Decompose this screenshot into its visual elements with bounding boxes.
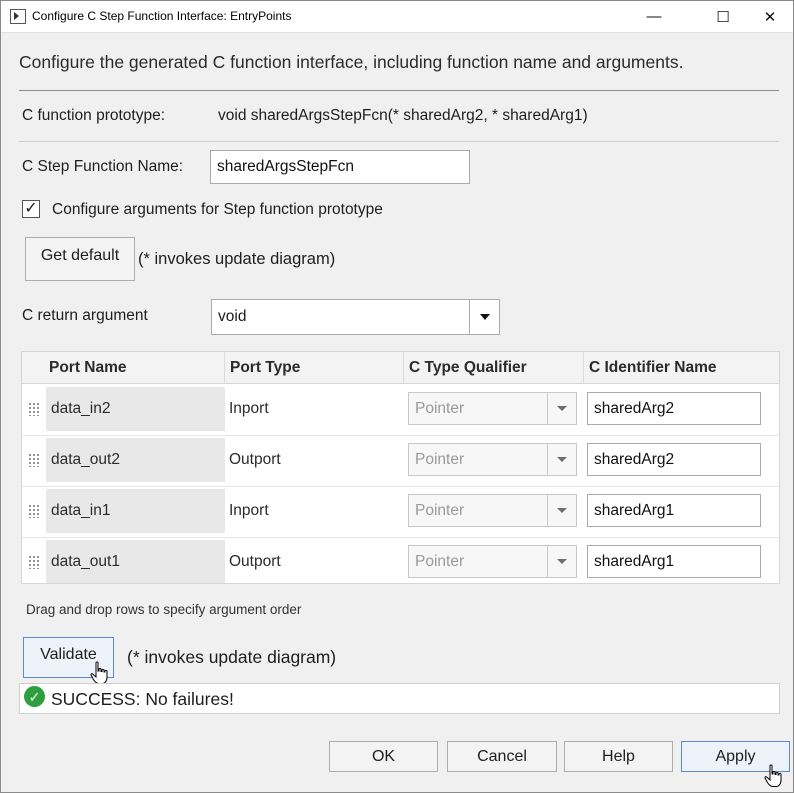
column-type-qualifier[interactable]: C Type Qualifier xyxy=(403,352,583,383)
type-qualifier-select[interactable]: Pointer xyxy=(408,443,577,476)
return-argument-value: void xyxy=(218,308,247,325)
app-icon xyxy=(10,9,26,24)
table-row[interactable]: data_out2 Outport Pointer sharedArg2 xyxy=(22,435,779,487)
table-row[interactable]: data_in1 Inport Pointer sharedArg1 xyxy=(22,486,779,538)
help-button[interactable]: Help xyxy=(564,741,673,772)
type-qualifier-select[interactable]: Pointer xyxy=(408,392,577,425)
step-function-label: C Step Function Name: xyxy=(22,158,184,175)
ok-button[interactable]: OK xyxy=(329,741,438,772)
port-name-cell: data_in1 xyxy=(46,489,225,533)
drag-drop-hint: Drag and drop rows to specify argument o… xyxy=(26,602,302,617)
type-qualifier-value: Pointer xyxy=(415,399,465,417)
identifier-name-input[interactable]: sharedArg1 xyxy=(587,545,761,578)
port-type-cell: Outport xyxy=(229,553,281,570)
maximize-button[interactable]: ☐ xyxy=(700,1,746,32)
header-divider xyxy=(19,90,779,91)
dialog-description: Configure the generated C function inter… xyxy=(19,52,684,72)
validate-note: (* invokes update diagram) xyxy=(127,647,337,667)
configure-args-checkbox[interactable]: ✓ xyxy=(22,200,40,218)
hand-cursor-icon xyxy=(90,661,108,684)
window-title: Configure C Step Function Interface: Ent… xyxy=(32,9,292,23)
title-bar[interactable]: Configure C Step Function Interface: Ent… xyxy=(1,1,793,33)
prototype-label: C function prototype: xyxy=(22,107,166,124)
return-argument-select[interactable]: void xyxy=(211,299,500,335)
type-qualifier-select[interactable]: Pointer xyxy=(408,545,577,578)
configure-args-label: Configure arguments for Step function pr… xyxy=(52,201,383,218)
type-qualifier-value: Pointer xyxy=(415,450,465,468)
drag-handle-icon[interactable] xyxy=(28,555,40,569)
dropdown-arrow-icon[interactable] xyxy=(547,546,576,577)
column-identifier-name[interactable]: C Identifier Name xyxy=(583,352,763,383)
port-type-cell: Inport xyxy=(229,502,269,519)
hand-cursor-icon xyxy=(764,764,782,787)
table-header: Port Name Port Type C Type Qualifier C I… xyxy=(22,352,779,384)
dropdown-arrow-icon[interactable] xyxy=(469,300,499,334)
prototype-value: void sharedArgsStepFcn(* sharedArg2, * s… xyxy=(218,107,588,124)
drag-handle-icon[interactable] xyxy=(28,453,40,467)
type-qualifier-value: Pointer xyxy=(415,552,465,570)
drag-handle-icon[interactable] xyxy=(28,504,40,518)
dialog-content: Configure the generated C function inter… xyxy=(2,33,792,791)
get-default-note: (* invokes update diagram) xyxy=(138,250,336,268)
port-name-cell: data_out2 xyxy=(46,438,225,482)
cancel-button[interactable]: Cancel xyxy=(447,741,557,772)
dialog-window: Configure C Step Function Interface: Ent… xyxy=(0,0,794,793)
identifier-name-input[interactable]: sharedArg1 xyxy=(587,494,761,527)
port-type-cell: Inport xyxy=(229,400,269,417)
column-port-name[interactable]: Port Name xyxy=(44,352,224,383)
validation-status: ✓ SUCCESS: No failures! xyxy=(19,683,780,714)
table-row[interactable]: data_out1 Outport Pointer sharedArg1 xyxy=(22,537,779,583)
port-name-cell: data_in2 xyxy=(46,387,225,431)
status-message: SUCCESS: No failures! xyxy=(51,689,234,709)
arguments-table: Port Name Port Type C Type Qualifier C I… xyxy=(21,351,780,584)
port-type-cell: Outport xyxy=(229,451,281,468)
dropdown-arrow-icon[interactable] xyxy=(547,495,576,526)
dropdown-arrow-icon[interactable] xyxy=(547,393,576,424)
table-row[interactable]: data_in2 Inport Pointer sharedArg2 xyxy=(22,384,779,436)
prototype-divider xyxy=(19,141,779,142)
dropdown-arrow-icon[interactable] xyxy=(547,444,576,475)
drag-handle-icon[interactable] xyxy=(28,402,40,416)
type-qualifier-select[interactable]: Pointer xyxy=(408,494,577,527)
return-argument-label: C return argument xyxy=(22,307,148,324)
step-function-name-input[interactable]: sharedArgsStepFcn xyxy=(210,150,470,184)
type-qualifier-value: Pointer xyxy=(415,501,465,519)
identifier-name-input[interactable]: sharedArg2 xyxy=(587,392,761,425)
port-name-cell: data_out1 xyxy=(46,540,225,583)
get-default-button[interactable]: Get default xyxy=(25,237,135,281)
success-check-icon: ✓ xyxy=(24,686,45,707)
minimize-button[interactable]: — xyxy=(631,1,677,32)
identifier-name-input[interactable]: sharedArg2 xyxy=(587,443,761,476)
close-button[interactable]: ✕ xyxy=(747,1,793,32)
column-port-type[interactable]: Port Type xyxy=(224,352,403,383)
